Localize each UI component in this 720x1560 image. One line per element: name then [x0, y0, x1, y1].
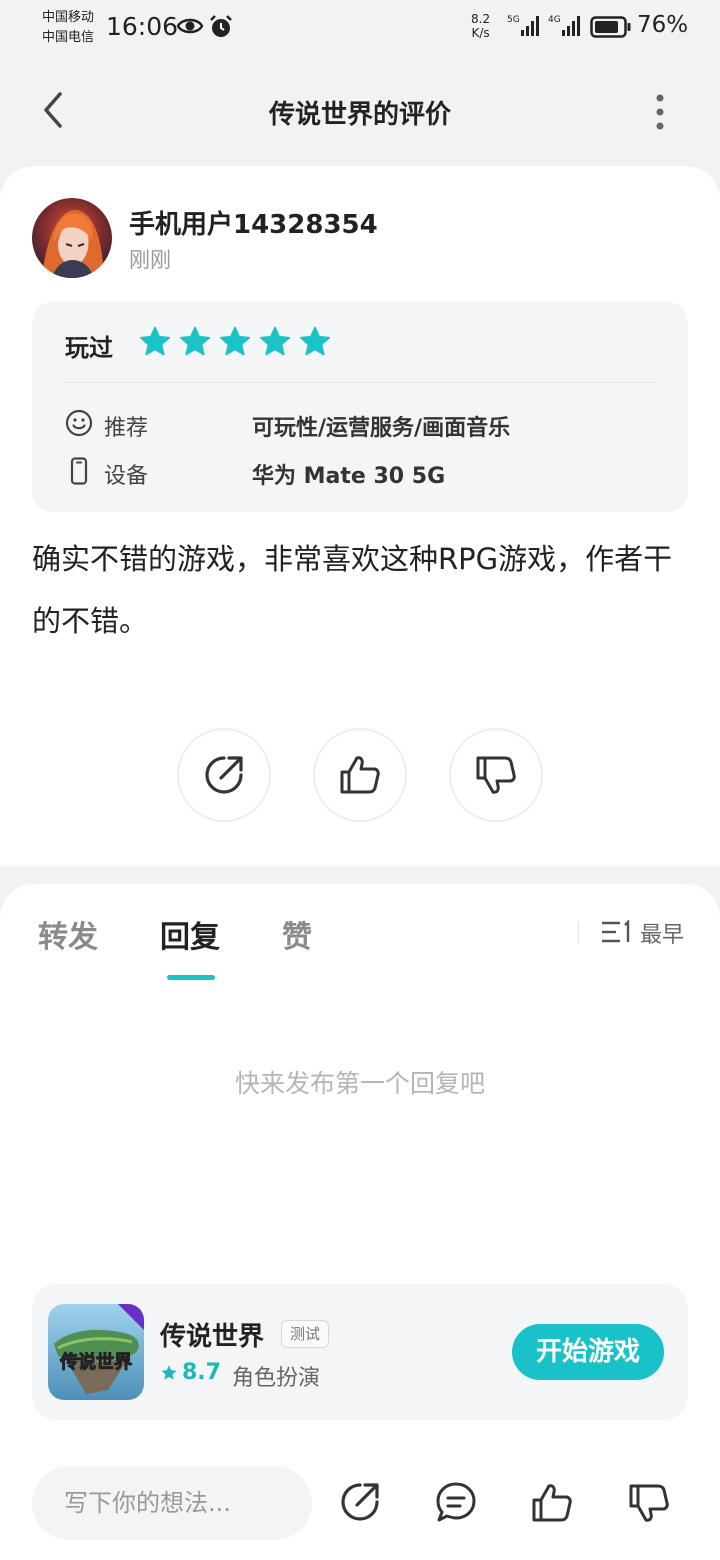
sort-icon[interactable] — [600, 920, 632, 944]
sort-label[interactable]: 最早 — [640, 917, 684, 949]
more-options-icon[interactable] — [648, 94, 672, 130]
network-speed: 8.2 K/s — [471, 12, 490, 40]
share-button[interactable] — [177, 728, 271, 822]
rating-box: 玩过 推荐 可玩性/运营服务/画面音乐 设备 华为 Mate 30 5G — [32, 302, 688, 512]
game-icon-title: 传说世界 — [59, 1351, 132, 1373]
game-card[interactable]: 传说世界 传说世界 测试 8.7 角色扮演 开始游戏 — [32, 1284, 688, 1420]
status-bar: 中国移动 中国电信 16:06 8.2 K/s 5G 4G 76% — [0, 0, 720, 56]
sort-divider — [578, 922, 579, 944]
tab-forward[interactable]: 转发 — [38, 912, 98, 956]
star-icon — [161, 1365, 177, 1380]
alarm-icon — [210, 15, 232, 37]
review-card: 手机用户14328354 刚刚 玩过 推荐 可玩性/运营服务/画面音乐 设备 华… — [0, 166, 720, 866]
user-name[interactable]: 手机用户14328354 — [129, 204, 378, 241]
star-icon — [139, 326, 171, 356]
eye-icon — [176, 18, 204, 34]
rating-divider — [64, 382, 656, 383]
signal-4g-icon: 4G — [548, 15, 580, 36]
star-icon — [219, 326, 251, 356]
signal-5g-icon: 5G — [507, 15, 539, 36]
game-icon[interactable]: 传说世界 — [48, 1304, 144, 1400]
page-title: 传说世界的评价 — [268, 100, 451, 130]
carrier-1: 中国移动 — [42, 10, 95, 25]
empty-reply-hint: 快来发布第一个回复吧 — [234, 1069, 485, 1098]
played-label: 玩过 — [65, 334, 113, 362]
tab-like[interactable]: 赞 — [282, 912, 312, 956]
avatar[interactable] — [32, 198, 112, 278]
tab-reply[interactable]: 回复 — [160, 912, 220, 956]
share-icon[interactable] — [338, 1480, 382, 1524]
dislike-button[interactable] — [449, 728, 543, 822]
star-rating — [138, 325, 332, 359]
carrier-2: 中国电信 — [42, 30, 95, 45]
thumbs-up-icon[interactable] — [529, 1480, 575, 1526]
thumbs-down-icon[interactable] — [626, 1480, 672, 1526]
review-text: 确实不错的游戏，非常喜欢这种RPG游戏，作者干的不错。 — [32, 542, 673, 638]
recommend-label: 推荐 — [104, 416, 149, 441]
game-score: 8.7 — [182, 1360, 221, 1385]
star-icon — [179, 326, 211, 356]
like-button[interactable] — [313, 728, 407, 822]
battery-icon — [590, 16, 631, 38]
header: 传说世界的评价 — [0, 70, 720, 152]
recommend-value: 可玩性/运营服务/画面音乐 — [252, 416, 511, 441]
smile-icon — [65, 409, 93, 437]
share-icon — [205, 756, 243, 794]
device-value: 华为 Mate 30 5G — [252, 464, 446, 489]
phone-icon — [70, 457, 88, 485]
comment-icon[interactable] — [434, 1480, 478, 1524]
game-tag: 测试 — [281, 1320, 330, 1348]
game-genre: 角色扮演 — [232, 1366, 321, 1391]
thumbs-up-icon — [340, 756, 380, 794]
game-name[interactable]: 传说世界 — [160, 1316, 264, 1353]
star-icon — [259, 326, 291, 356]
device-label: 设备 — [104, 464, 149, 489]
start-game-button[interactable]: 开始游戏 — [512, 1324, 664, 1380]
thumbs-down-icon — [476, 756, 516, 794]
signal-1-label: 5G — [507, 15, 520, 25]
speed-unit: K/s — [471, 26, 490, 40]
tab-active-indicator — [167, 975, 215, 980]
speed-value: 8.2 — [471, 12, 491, 26]
status-time: 16:06 — [106, 12, 179, 41]
comment-input[interactable]: 写下你的想法... — [32, 1466, 312, 1540]
signal-2-label: 4G — [548, 15, 561, 25]
reply-section: 转发 回复 赞 最早 快来发布第一个回复吧 传说世界 传说世界 测试 8.7 角… — [0, 884, 720, 1444]
post-time: 刚刚 — [129, 248, 171, 272]
bottom-action-bar: 写下你的想法... — [0, 1444, 720, 1560]
star-icon — [299, 326, 331, 356]
battery-level: 76% — [637, 12, 689, 38]
carrier-info: 中国移动 中国电信 — [42, 8, 94, 48]
